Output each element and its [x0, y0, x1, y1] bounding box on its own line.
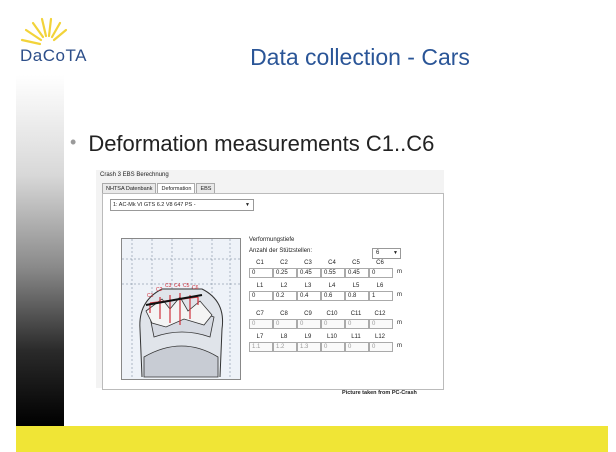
grid-input-l7-12-5[interactable]: 0	[369, 342, 393, 352]
support-points-label: Anzahl der Stützstellen:	[249, 248, 313, 254]
unit-label-c7-12: m	[397, 320, 402, 326]
diagram-label-c1: C1	[147, 293, 154, 299]
dropdown-arrow-icon: ▼	[393, 250, 398, 256]
unit-label-l1-6: m	[397, 292, 402, 298]
support-points-select[interactable]: 6 ▼	[372, 248, 401, 259]
grid-header-l7-12-1: L8	[280, 334, 288, 340]
grid-header-l7-12-5: L12	[374, 334, 385, 340]
deformation-depth-label: Verformungstiefe	[249, 237, 295, 243]
grid-input-l1-6-0[interactable]: 0	[249, 291, 273, 301]
grid-header-l1-6-1: L2	[280, 283, 288, 289]
grid-header-c7-12-0: C7	[256, 311, 264, 317]
grid-input-c7-12-3[interactable]: 0	[321, 319, 345, 329]
grid-input-c1-6-5[interactable]: 0	[369, 268, 393, 278]
grid-input-l7-12-4[interactable]: 0	[345, 342, 369, 352]
grid-input-l7-12-3[interactable]: 0	[321, 342, 345, 352]
grid-header-c7-12-2: C9	[304, 311, 312, 317]
grid-header-c1-6-2: C3	[304, 260, 312, 266]
diagram-label-c6: C6	[192, 285, 199, 291]
grid-input-c1-6-2[interactable]: 0.45	[297, 268, 321, 278]
deformation-panel: 1: AC-Mk VI GTS 6.2 V8 647 PS - ▼ C1 C2 …	[102, 193, 444, 390]
car-top-view-icon: C1 C2 C3 C4 C5 C6	[122, 239, 240, 379]
bullet-item: • Deformation measurements C1..C6	[70, 131, 435, 156]
unit-label-c1-6: m	[397, 269, 402, 275]
grid-header-c7-12-3: C10	[326, 311, 338, 317]
grid-input-c7-12-0[interactable]: 0	[249, 319, 273, 329]
crash3-window: Crash 3 EBS Berechnung NHTSA Datenbank D…	[96, 170, 444, 390]
grid-input-l7-12-2[interactable]: 1.3	[297, 342, 321, 352]
grid-header-l1-6-3: L4	[328, 283, 336, 289]
logo-text: DaCoTA	[20, 46, 87, 65]
slide: DaCoTA Data collection - Cars • Deformati…	[0, 0, 616, 452]
grid-header-c1-6-4: C5	[352, 260, 360, 266]
dropdown-arrow-icon: ▼	[245, 202, 250, 208]
bullet-text: Deformation measurements C1..C6	[88, 131, 435, 156]
grid-header-l7-12-0: L7	[256, 334, 264, 340]
grid-header-l1-6-4: L5	[352, 283, 360, 289]
grid-input-c1-6-4[interactable]: 0.45	[345, 268, 369, 278]
grid-header-c1-6-3: C4	[328, 260, 336, 266]
grid-header-c7-12-4: C11	[350, 311, 362, 317]
diagram-label-c3: C3	[165, 283, 172, 289]
car-deformation-diagram: C1 C2 C3 C4 C5 C6	[121, 238, 241, 380]
bottom-yellow-bar	[16, 426, 608, 452]
picture-caption: Picture taken from PC-Crash	[342, 390, 417, 396]
grid-input-c7-12-5[interactable]: 0	[369, 319, 393, 329]
grid-header-l1-6-2: L3	[304, 283, 312, 289]
diagram-label-c4: C4	[174, 283, 181, 289]
grid-header-l1-6-5: L6	[376, 283, 384, 289]
grid-header-c7-12-1: C8	[280, 311, 288, 317]
slide-title: Data collection - Cars	[250, 44, 470, 70]
grid-input-l1-6-4[interactable]: 0.8	[345, 291, 369, 301]
grid-header-l7-12-4: L11	[351, 334, 361, 340]
vehicle-select[interactable]: 1: AC-Mk VI GTS 6.2 V8 647 PS - ▼	[110, 199, 254, 211]
grid-input-l1-6-2[interactable]: 0.4	[297, 291, 321, 301]
grid-header-l1-6-0: L1	[256, 283, 264, 289]
support-points-value: 6	[376, 250, 380, 256]
grid-input-l7-12-0[interactable]: 1.1	[249, 342, 273, 352]
grid-input-c1-6-3[interactable]: 0.55	[321, 268, 345, 278]
window-title: Crash 3 EBS Berechnung	[100, 172, 169, 178]
grid-input-l1-6-3[interactable]: 0.6	[321, 291, 345, 301]
diagram-label-c2: C2	[156, 287, 163, 293]
grid-header-c1-6-0: C1	[256, 260, 264, 266]
vehicle-select-value: 1: AC-Mk VI GTS 6.2 V8 647 PS -	[113, 202, 196, 208]
grid-header-c1-6-5: C6	[376, 260, 384, 266]
grid-input-l1-6-1[interactable]: 0.2	[273, 291, 297, 301]
grid-input-c7-12-2[interactable]: 0	[297, 319, 321, 329]
grid-input-c7-12-1[interactable]: 0	[273, 319, 297, 329]
diagram-label-c5: C5	[183, 283, 190, 289]
grid-input-c7-12-4[interactable]: 0	[345, 319, 369, 329]
grid-header-c7-12-5: C12	[374, 311, 386, 317]
grid-header-l7-12-2: L9	[304, 334, 312, 340]
grid-input-c1-6-0[interactable]: 0	[249, 268, 273, 278]
grid-header-c1-6-1: C2	[280, 260, 288, 266]
grid-input-l1-6-5[interactable]: 1	[369, 291, 393, 301]
grid-input-l7-12-1[interactable]: 1.2	[273, 342, 297, 352]
grid-header-l7-12-3: L10	[326, 334, 337, 340]
unit-label-l7-12: m	[397, 343, 402, 349]
grid-input-c1-6-1[interactable]: 0.25	[273, 268, 297, 278]
